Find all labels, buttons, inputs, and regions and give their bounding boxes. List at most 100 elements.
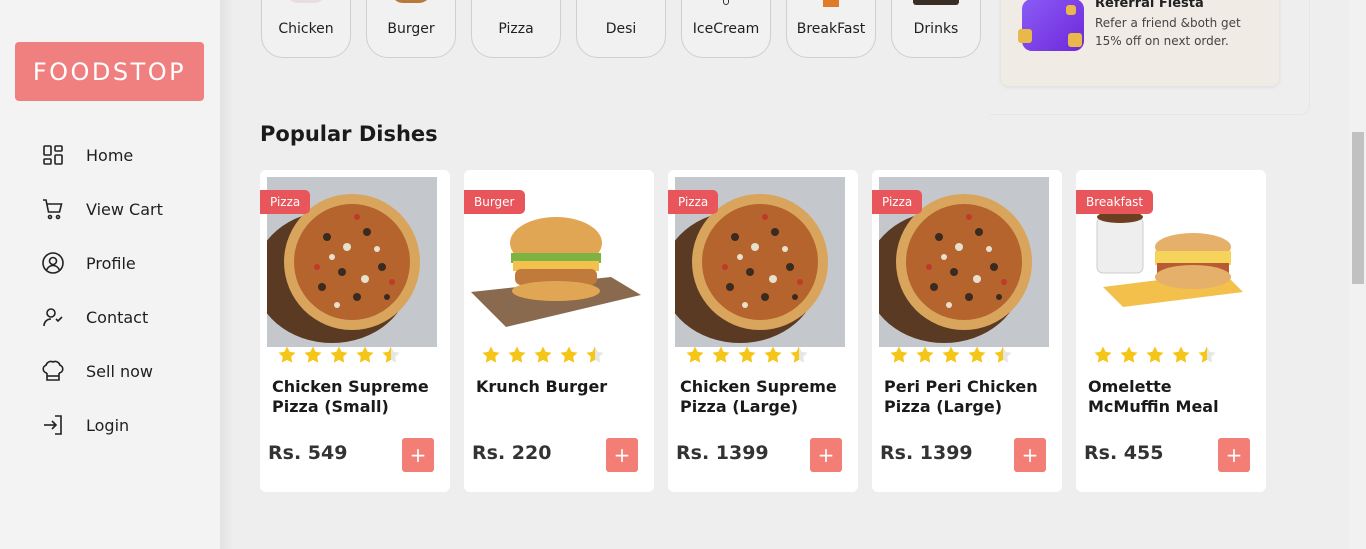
- logo[interactable]: FOODSTOP: [15, 42, 204, 101]
- rating-stars: [481, 345, 611, 367]
- user-circle-icon: [40, 250, 66, 276]
- category-badge: Pizza: [872, 190, 923, 214]
- dish-price: Rs. 1399: [676, 442, 769, 464]
- star-icon: [1145, 345, 1171, 367]
- icecream-image: [723, 0, 729, 5]
- star-icon: [303, 345, 329, 367]
- star-icon: [737, 345, 763, 367]
- dish-list: Pizza Chicken Supreme Pizza (Small) Rs. 54…: [260, 170, 1280, 492]
- dish-price: Rs. 455: [1084, 442, 1164, 464]
- nav-label: Login: [86, 415, 130, 435]
- dish-name: Krunch Burger: [476, 377, 608, 396]
- section-title: Popular Dishes: [260, 122, 438, 146]
- category-icecream[interactable]: IceCream: [681, 0, 771, 58]
- coin-icon: [1066, 5, 1076, 15]
- dish-card[interactable]: Pizza Chicken Supreme Pizza (Small) Rs. 54…: [260, 170, 450, 492]
- scrollbar-thumb[interactable]: [1352, 132, 1364, 284]
- dish-card[interactable]: Breakfast Omelette McMuffin Meal Rs. 455 +: [1076, 170, 1266, 492]
- dish-price: Rs. 1399: [880, 442, 973, 464]
- dish-card[interactable]: Burger Krunch Burger Rs. 220 +: [464, 170, 654, 492]
- nav-item-login[interactable]: Login: [40, 398, 163, 452]
- referral-card[interactable]: Referral Fiesta Refer a friend &both get…: [1001, 0, 1279, 86]
- category-chicken[interactable]: Chicken: [261, 0, 351, 58]
- category-pizza[interactable]: Pizza: [471, 0, 561, 58]
- star-icon: [1093, 345, 1119, 367]
- category-badge: Burger: [464, 190, 525, 214]
- dish-name: Peri Peri Chicken Pizza (Large): [884, 377, 1038, 416]
- add-to-cart-button[interactable]: +: [402, 438, 434, 472]
- nav-label: Sell now: [86, 361, 153, 381]
- login-icon: [40, 412, 66, 438]
- category-desi[interactable]: Desi: [576, 0, 666, 58]
- category-label: Chicken: [278, 21, 334, 37]
- nav-item-sell-now[interactable]: Sell now: [40, 344, 163, 398]
- star-icon: [277, 345, 303, 367]
- star-icon: [915, 345, 941, 367]
- nav-item-contact[interactable]: Contact: [40, 290, 163, 344]
- nav-label: Contact: [86, 307, 149, 327]
- category-label: Burger: [387, 21, 435, 37]
- rating-stars: [277, 345, 407, 367]
- gift-icon: [1018, 0, 1084, 51]
- star-icon: [381, 345, 407, 367]
- dish-name: Chicken Supreme Pizza (Small): [272, 377, 429, 416]
- star-icon: [685, 345, 711, 367]
- nav-item-home[interactable]: Home: [40, 128, 163, 182]
- star-icon: [355, 345, 381, 367]
- rating-stars: [889, 345, 1019, 367]
- category-badge: Pizza: [260, 190, 311, 214]
- category-burger[interactable]: Burger: [366, 0, 456, 58]
- dish-card[interactable]: Pizza Peri Peri Chicken Pizza (Large) Rs. …: [872, 170, 1062, 492]
- referral-text: Refer a friend &both get 15% off on next…: [1095, 16, 1241, 48]
- add-to-cart-button[interactable]: +: [606, 438, 638, 472]
- star-icon: [507, 345, 533, 367]
- star-icon: [711, 345, 737, 367]
- star-icon: [1171, 345, 1197, 367]
- star-icon: [1119, 345, 1145, 367]
- star-icon: [967, 345, 993, 367]
- nav-label: Profile: [86, 253, 136, 273]
- star-icon: [329, 345, 355, 367]
- category-label: IceCream: [692, 21, 760, 37]
- add-to-cart-button[interactable]: +: [1218, 438, 1250, 472]
- add-to-cart-button[interactable]: +: [1014, 438, 1046, 472]
- category-badge: Pizza: [668, 190, 719, 214]
- rating-stars: [685, 345, 815, 367]
- star-icon: [559, 345, 585, 367]
- category-badge: Breakfast: [1076, 190, 1154, 214]
- category-breakfast[interactable]: BreakFast: [786, 0, 876, 58]
- coin-icon: [1068, 33, 1082, 47]
- star-icon: [993, 345, 1019, 367]
- category-label: BreakFast: [796, 21, 866, 37]
- category-label: Drinks: [913, 21, 959, 37]
- cart-icon: [40, 196, 66, 222]
- rating-stars: [1093, 345, 1223, 367]
- add-to-cart-button[interactable]: +: [810, 438, 842, 472]
- category-label: Desi: [605, 21, 637, 37]
- drinks-image: [913, 0, 959, 5]
- coin-icon: [1018, 29, 1032, 43]
- dish-name: Chicken Supreme Pizza (Large): [680, 377, 837, 416]
- nav-menu: Home View Cart Profile Contact Sell now: [40, 128, 163, 452]
- referral-title: Referral Fiesta: [1095, 0, 1204, 11]
- star-icon: [889, 345, 915, 367]
- star-icon: [481, 345, 507, 367]
- star-icon: [941, 345, 967, 367]
- nav-item-view-cart[interactable]: View Cart: [40, 182, 163, 236]
- star-icon: [533, 345, 559, 367]
- grid-icon: [40, 142, 66, 168]
- star-icon: [585, 345, 611, 367]
- star-icon: [1197, 345, 1223, 367]
- nav-label: View Cart: [86, 199, 163, 219]
- nav-item-profile[interactable]: Profile: [40, 236, 163, 290]
- chef-hat-icon: [40, 358, 66, 384]
- sidebar-divider: [220, 0, 234, 549]
- dish-card[interactable]: Pizza Chicken Supreme Pizza (Large) Rs. 13…: [668, 170, 858, 492]
- sidebar: FOODSTOP Home View Cart Profile Contact: [0, 0, 220, 549]
- dish-price: Rs. 549: [268, 442, 348, 464]
- breakfast-image: [823, 0, 839, 7]
- category-drinks[interactable]: Drinks: [891, 0, 981, 58]
- nav-label: Home: [86, 145, 134, 165]
- chicken-image: [286, 0, 326, 3]
- dish-price: Rs. 220: [472, 442, 552, 464]
